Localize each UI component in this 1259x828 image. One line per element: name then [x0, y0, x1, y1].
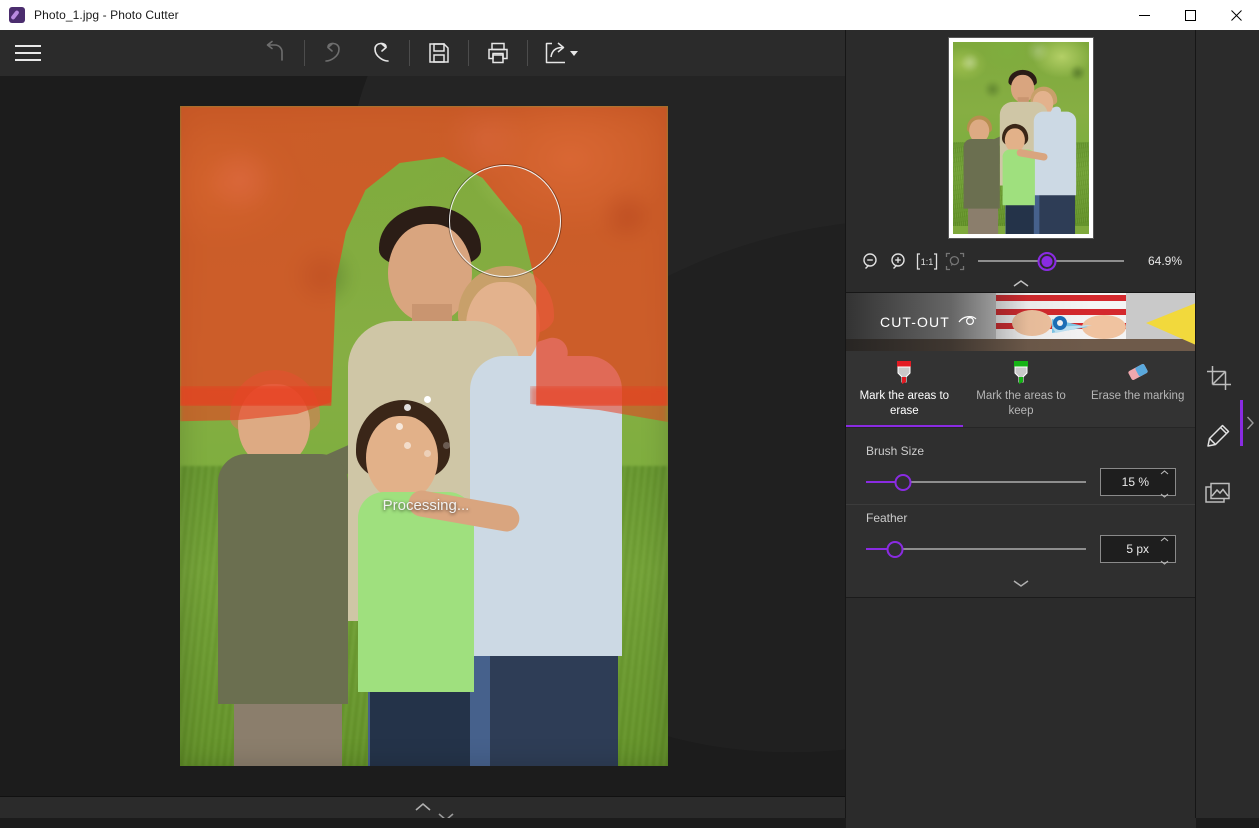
tab-label: Mark the areas to erase	[859, 390, 950, 417]
tool-rail	[1195, 30, 1241, 818]
zoom-controls: 1:1 64.9%	[846, 246, 1196, 276]
hamburger-menu-icon[interactable]	[0, 30, 56, 76]
chevron-up-icon[interactable]	[1012, 275, 1030, 293]
crop-icon[interactable]	[1200, 360, 1238, 396]
brush-size-slider-handle[interactable]	[894, 473, 912, 491]
photo-person	[1005, 200, 1034, 234]
tab-erase-the-marking[interactable]: Erase the marking	[1079, 351, 1196, 427]
loading-spinner-icon	[395, 396, 457, 458]
pencil-icon[interactable]	[1200, 418, 1238, 454]
images-icon[interactable]	[1200, 476, 1238, 512]
edited-photo[interactable]: Processing...	[180, 106, 668, 766]
save-button[interactable]	[416, 30, 462, 76]
share-button[interactable]	[534, 30, 588, 76]
zoom-slider[interactable]	[978, 251, 1124, 271]
settings-collapse-button[interactable]	[846, 571, 1196, 598]
cutout-settings: Brush Size 15 % Feather 5 px	[846, 428, 1196, 571]
redo-button[interactable]	[357, 30, 403, 76]
feather-slider[interactable]	[866, 540, 1086, 558]
feather-label: Feather	[866, 511, 908, 525]
photo-person	[968, 204, 999, 234]
brush-size-slider[interactable]	[866, 473, 1086, 491]
feather-value: 5 px	[1126, 542, 1149, 556]
cutout-title-text: CUT-OUT	[880, 314, 950, 330]
stepper-arrows	[1157, 529, 1175, 570]
panel-empty-area	[846, 598, 1196, 828]
thumbnail-content	[953, 42, 1089, 234]
tab-label: Mark the areas to keep	[976, 390, 1066, 417]
brush-size-stepper[interactable]: 15 %	[1100, 468, 1176, 498]
toolbar-actions	[252, 30, 588, 76]
feather-slider-handle[interactable]	[886, 540, 904, 558]
thumbnail-area	[846, 30, 1196, 246]
feather-setting: Feather 5 px	[846, 504, 1196, 571]
eye-icon[interactable]	[958, 314, 978, 330]
image-canvas[interactable]: Processing...	[0, 76, 845, 796]
feather-stepper[interactable]: 5 px	[1100, 535, 1176, 565]
fit-to-screen-icon[interactable]	[944, 250, 966, 272]
brush-circle-cursor	[449, 165, 561, 277]
toolbar-divider	[527, 40, 528, 66]
thumbnail-image	[953, 42, 1089, 234]
cutout-tool-tabs: Mark the areas to erase Mark the areas t…	[846, 351, 1196, 428]
stepper-up-icon[interactable]	[1160, 529, 1169, 547]
stepper-up-icon[interactable]	[1160, 462, 1169, 480]
undo-button[interactable]	[311, 30, 357, 76]
zoom-out-icon[interactable]	[860, 250, 882, 272]
zoom-slider-handle[interactable]	[1037, 251, 1057, 271]
minimize-button[interactable]	[1121, 0, 1167, 30]
brush-size-label: Brush Size	[866, 444, 925, 458]
brush-size-value: 15 %	[1121, 475, 1149, 489]
tab-mark-areas-to-keep[interactable]: Mark the areas to keep	[963, 351, 1080, 427]
window-title: Photo_1.jpg - Photo Cutter	[34, 8, 179, 22]
green-marker-icon	[1008, 359, 1034, 385]
stepper-down-icon[interactable]	[1160, 552, 1169, 570]
cutout-banner: CUT-OUT	[846, 293, 1196, 351]
processing-overlay: Processing...	[351, 396, 501, 516]
share-dropdown-caret-icon[interactable]	[570, 50, 578, 56]
image-thumbnail[interactable]	[949, 38, 1093, 238]
photo-person	[963, 138, 1000, 209]
chevron-right-icon[interactable]	[1241, 408, 1259, 438]
right-panel: 1:1 64.9% CUT-OUT Mark the areas to eras…	[845, 30, 1196, 828]
svg-text:1:1: 1:1	[921, 257, 934, 267]
close-button[interactable]	[1213, 0, 1259, 30]
toolbar-divider	[468, 40, 469, 66]
stepper-down-icon[interactable]	[1160, 485, 1169, 503]
revert-button[interactable]	[252, 30, 298, 76]
eraser-icon	[1124, 359, 1152, 385]
processing-label: Processing...	[382, 497, 470, 514]
preview-collapse-button[interactable]	[846, 276, 1196, 293]
zoom-in-icon[interactable]	[888, 250, 910, 272]
toolbar-divider	[409, 40, 410, 66]
photo-person	[1039, 192, 1076, 234]
print-button[interactable]	[475, 30, 521, 76]
maximize-button[interactable]	[1167, 0, 1213, 30]
photo-person	[1004, 128, 1025, 152]
photo-cutter-window: Photo_1.jpg - Photo Cutter Processing...…	[0, 0, 1259, 828]
toolbar-divider	[304, 40, 305, 66]
title-bar: Photo_1.jpg - Photo Cutter	[0, 0, 1259, 31]
zoom-percentage: 64.9%	[1147, 254, 1182, 268]
brush-size-row: 15 %	[866, 468, 1176, 498]
stepper-arrows	[1157, 462, 1175, 503]
red-marker-icon	[891, 359, 917, 385]
one-to-one-icon[interactable]: 1:1	[916, 250, 938, 272]
window-controls	[1121, 0, 1259, 30]
main-toolbar	[0, 30, 845, 76]
brush-size-setting: Brush Size 15 %	[846, 438, 1196, 504]
feather-row: 5 px	[866, 535, 1176, 565]
cutout-title: CUT-OUT	[880, 314, 978, 330]
chevron-down-icon[interactable]	[1012, 575, 1030, 593]
tab-mark-areas-to-erase[interactable]: Mark the areas to erase	[846, 351, 963, 427]
app-icon	[9, 7, 25, 23]
tab-label: Erase the marking	[1091, 390, 1185, 402]
